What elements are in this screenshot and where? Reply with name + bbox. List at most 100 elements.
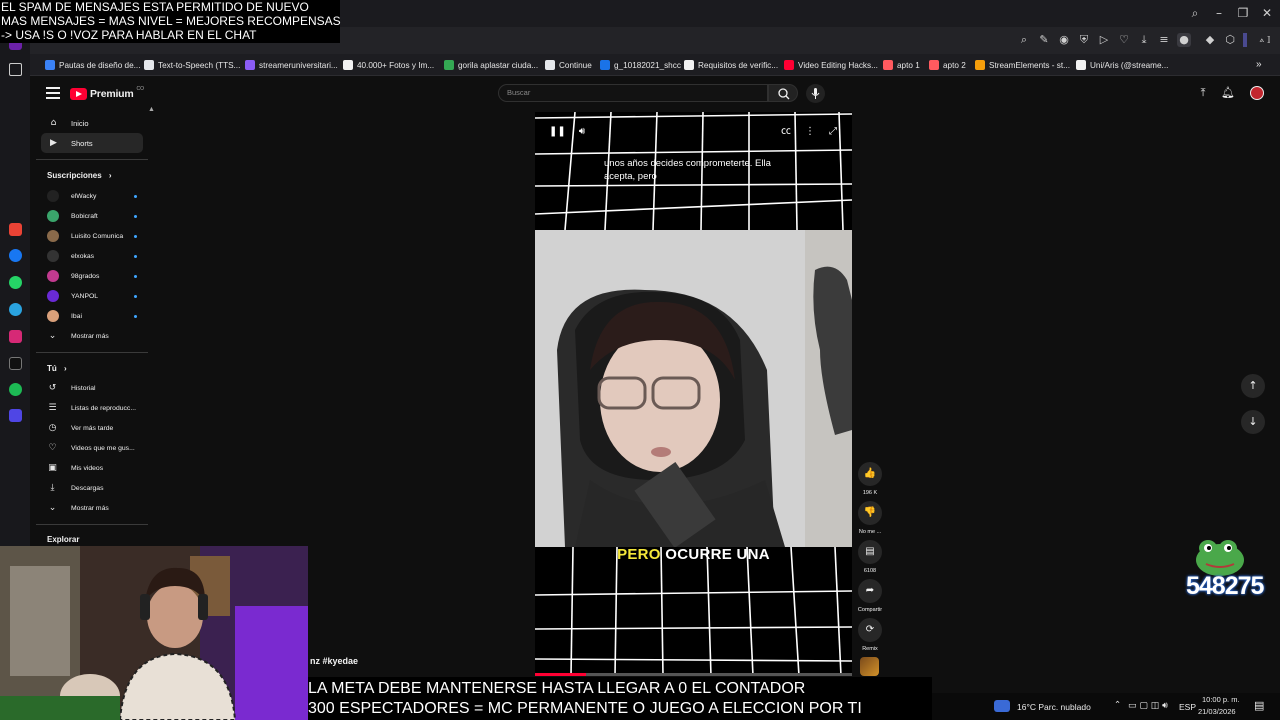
- thumbs-down-action[interactable]: 👎 No me ...: [857, 501, 883, 535]
- search-input[interactable]: Buscar: [498, 84, 768, 102]
- camera-icon[interactable]: ◉: [1057, 33, 1071, 47]
- channel-avatar: [47, 290, 59, 302]
- bookmark-item[interactable]: Pautas de diseño de...: [45, 59, 140, 71]
- new-content-dot: [134, 235, 137, 238]
- shield-icon[interactable]: ⛨: [1077, 33, 1091, 47]
- edit-icon[interactable]: ✎: [1037, 33, 1051, 47]
- account-avatar[interactable]: [1250, 86, 1264, 100]
- fullscreen-icon[interactable]: ⤢: [827, 126, 839, 138]
- captions-icon[interactable]: ㏄: [780, 126, 792, 138]
- share-icon[interactable]: ➦: [858, 579, 882, 603]
- close-button[interactable]: ✕: [1257, 4, 1277, 22]
- zoom-icon[interactable]: ⌕: [1017, 33, 1031, 47]
- comment-icon[interactable]: ▤: [858, 540, 882, 564]
- search-icon[interactable]: ⌕: [1185, 4, 1205, 22]
- subscription-item[interactable]: Bobicraft: [47, 208, 137, 224]
- nav-shorts[interactable]: ▶ Shorts: [41, 133, 143, 153]
- spotify-icon[interactable]: [9, 383, 22, 396]
- video-progress-bar[interactable]: [535, 673, 852, 676]
- subscription-item[interactable]: YANPOL: [47, 288, 137, 304]
- tray-icons[interactable]: ▭ ▢ ◫ 🔊︎: [1128, 701, 1168, 711]
- gmail-icon[interactable]: [9, 223, 22, 236]
- ai-icon[interactable]: ⟑ ⟧: [1255, 33, 1275, 47]
- messenger-icon[interactable]: [9, 249, 22, 262]
- remix-action[interactable]: ⟳ Remix: [857, 618, 883, 652]
- voice-search-button[interactable]: [806, 84, 825, 103]
- play-icon[interactable]: ▷: [1097, 33, 1111, 47]
- bookmark-item[interactable]: apto 2: [929, 59, 966, 71]
- scroll-up-icon[interactable]: ▲: [148, 106, 155, 113]
- thumbs-up-icon[interactable]: 👍: [858, 462, 882, 486]
- cube-icon[interactable]: ⬡: [1223, 33, 1237, 47]
- download-icon[interactable]: ⤓: [1137, 33, 1151, 47]
- subscription-item[interactable]: elWacky: [47, 188, 137, 204]
- you-item[interactable]: ▣ Mis videos: [47, 460, 137, 476]
- subscription-item[interactable]: Luisito Comunica: [47, 228, 137, 244]
- bookmark-item[interactable]: apto 1: [883, 59, 920, 71]
- more-bookmarks-icon[interactable]: »: [1256, 58, 1262, 70]
- clock-time[interactable]: 10:00 p. m.: [1202, 695, 1240, 704]
- remix-icon[interactable]: ⟳: [858, 618, 882, 642]
- notifications-icon[interactable]: 🔔︎: [1221, 87, 1235, 99]
- bookmark-item[interactable]: Uni/Aris (@streame...: [1076, 59, 1168, 71]
- next-video-button[interactable]: ↓: [1241, 410, 1265, 434]
- subscription-item[interactable]: 98grados: [47, 268, 137, 284]
- search-button[interactable]: [768, 84, 798, 102]
- language-indicator[interactable]: ESP: [1179, 702, 1196, 712]
- you-item[interactable]: ↺ Historial: [47, 380, 137, 396]
- subscription-item[interactable]: elxokas: [47, 248, 137, 264]
- show-more-label: Mostrar más: [71, 504, 109, 512]
- thumbs-down-icon[interactable]: 👎: [858, 501, 882, 525]
- x-icon[interactable]: [9, 357, 22, 370]
- profile-icon[interactable]: ●: [1177, 33, 1191, 47]
- you-item[interactable]: ⤓ Descargas: [47, 480, 137, 496]
- weather-text[interactable]: 16°C Parc. nublado: [1017, 702, 1091, 712]
- you-item[interactable]: ☰ Listas de reproducc...: [47, 400, 137, 416]
- menu-icon[interactable]: ≡: [1157, 33, 1171, 47]
- youtube-logo[interactable]: Premium CO: [70, 86, 144, 102]
- hamburger-menu-icon[interactable]: [46, 87, 60, 99]
- bookmark-item[interactable]: g_10182021_shcc: [600, 59, 681, 71]
- subscription-item[interactable]: Ibai: [47, 308, 137, 324]
- bookmark-item[interactable]: Video Editing Hacks...: [784, 59, 878, 71]
- bookmark-item[interactable]: Text-to-Speech (TTS...: [144, 59, 240, 71]
- upload-icon[interactable]: ⤒: [1197, 87, 1209, 99]
- telegram-icon[interactable]: [9, 303, 22, 316]
- show-more-you[interactable]: ⌄ Mostrar más: [47, 500, 137, 516]
- you-item-label: Mis videos: [71, 464, 104, 472]
- video-hashtags[interactable]: nz #kyedae: [310, 656, 358, 666]
- player-icon[interactable]: [9, 409, 22, 422]
- bookmark-item[interactable]: 40.000+ Fotos y Im...: [343, 59, 434, 71]
- instagram-icon[interactable]: [9, 330, 22, 343]
- clock-date[interactable]: 21/03/2026: [1198, 707, 1236, 716]
- bookmark-item[interactable]: StreamElements - st...: [975, 59, 1070, 71]
- minimize-button[interactable]: –: [1209, 4, 1229, 22]
- share-action[interactable]: ➦ Compartir: [857, 579, 883, 613]
- subscriptions-heading[interactable]: Suscripciones ›: [47, 171, 112, 180]
- bookmark-item[interactable]: gorila aplastar ciuda...: [444, 59, 538, 71]
- show-more-subscriptions[interactable]: ⌄ Mostrar más: [47, 328, 137, 344]
- bookmark-item[interactable]: Requisitos de verific...: [684, 59, 778, 71]
- notifications-center-icon[interactable]: ▤: [1254, 699, 1264, 712]
- nav-inicio[interactable]: ⌂ Inicio: [41, 113, 143, 133]
- volume-icon[interactable]: 🔊︎: [576, 126, 588, 138]
- restore-button[interactable]: ❐: [1233, 4, 1253, 22]
- extension-icon[interactable]: ◆: [1203, 33, 1217, 47]
- whatsapp-icon[interactable]: [9, 276, 22, 289]
- weather-icon[interactable]: [994, 700, 1010, 712]
- previous-video-button[interactable]: ↑: [1241, 374, 1265, 398]
- more-options-icon[interactable]: ⋮: [804, 126, 816, 138]
- heart-icon[interactable]: ♡: [1117, 33, 1131, 47]
- bookmark-item[interactable]: streameruniversitari...: [245, 59, 338, 71]
- tray-chevron-icon[interactable]: ⌃: [1114, 700, 1121, 710]
- you-heading[interactable]: Tú ›: [47, 364, 67, 373]
- shorts-video-player[interactable]: unos años decides comprometerte. Ella ac…: [535, 112, 852, 676]
- comment-action[interactable]: ▤ 6108: [857, 540, 883, 574]
- you-item[interactable]: ♡ Videos que me gus...: [47, 440, 137, 456]
- audio-thumbnail[interactable]: [860, 657, 879, 676]
- pause-icon[interactable]: ❚❚: [549, 126, 566, 138]
- thumbs-up-action[interactable]: 👍 196 K: [857, 462, 883, 496]
- you-item[interactable]: ◷ Ver más tarde: [47, 420, 137, 436]
- bookmark-item[interactable]: Continue: [545, 59, 592, 71]
- star-icon[interactable]: [9, 63, 22, 76]
